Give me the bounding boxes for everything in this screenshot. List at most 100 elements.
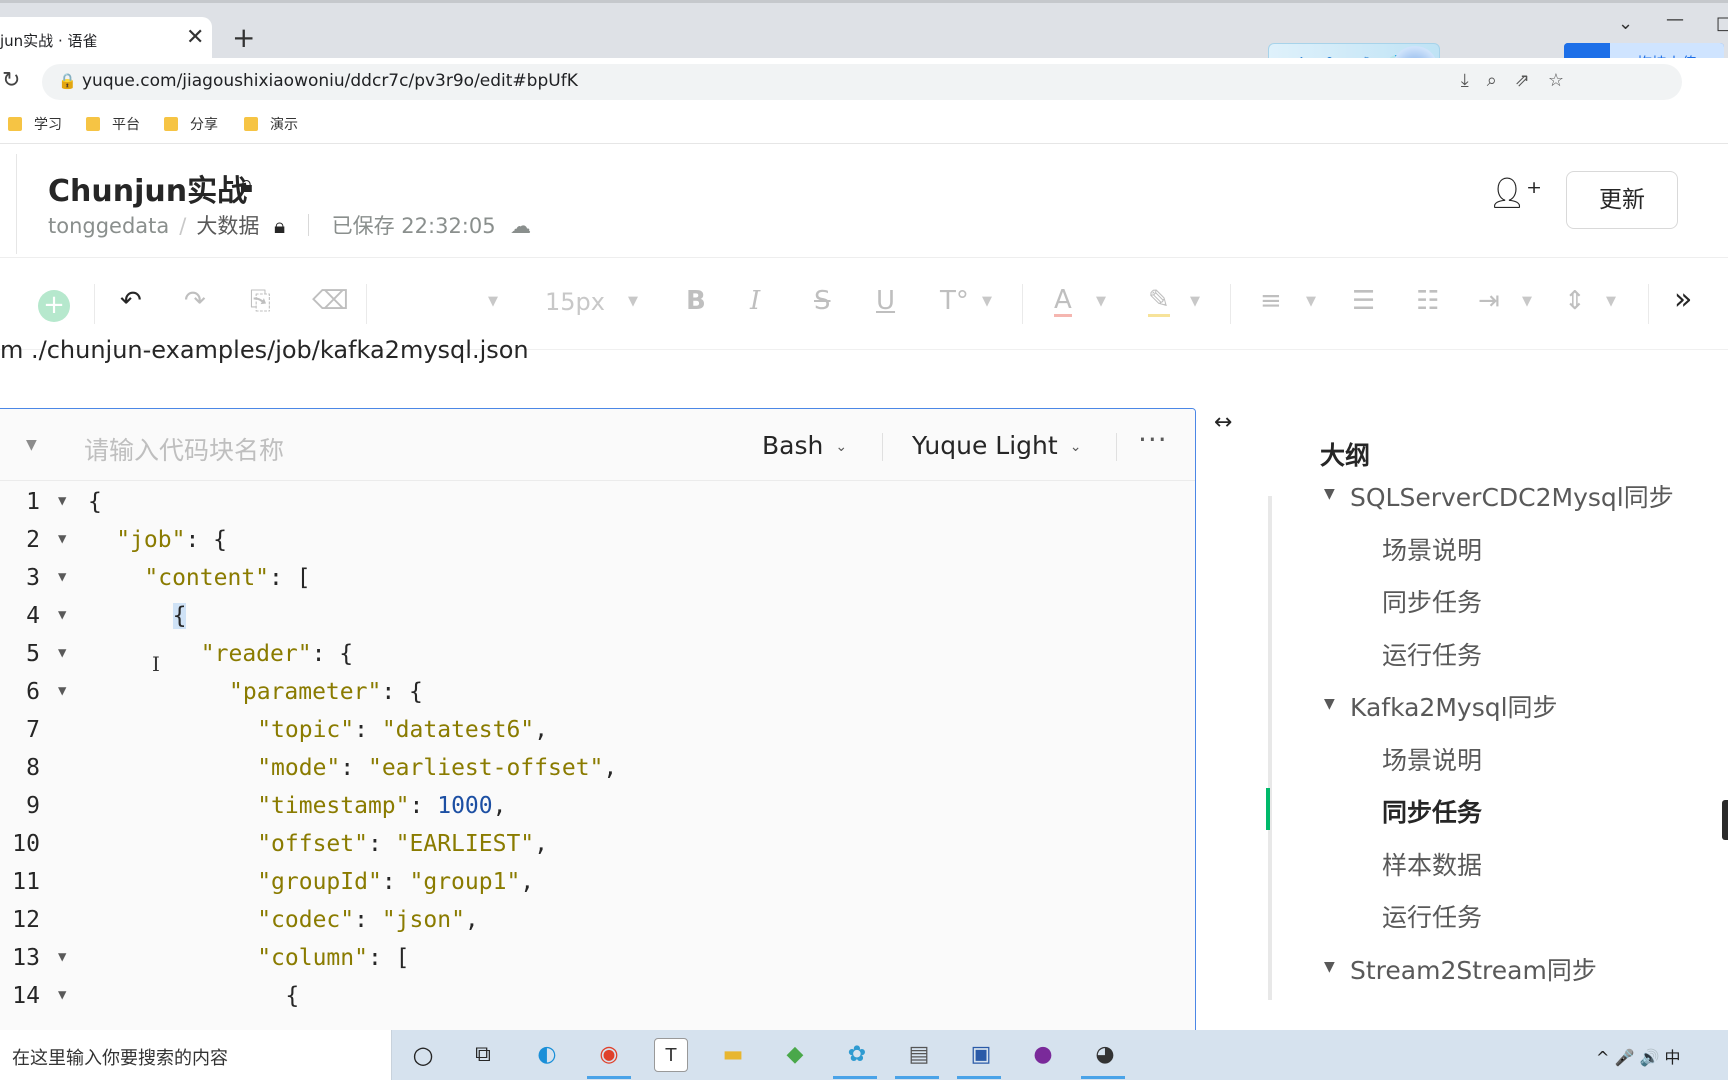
git-icon[interactable]: ◆	[778, 1038, 812, 1072]
code-line[interactable]: 7 "topic": "datatest6",	[0, 717, 1195, 755]
fold-chevron-icon[interactable]: ▼	[58, 493, 66, 509]
file-explorer-icon[interactable]: ▬	[716, 1038, 750, 1072]
indent-chevron-icon[interactable]: ▼	[1522, 294, 1532, 309]
superscript-icon[interactable]: T°	[940, 286, 969, 316]
outline-item[interactable]: 场景说明	[1382, 531, 1482, 567]
breadcrumb-team[interactable]: tonggedata	[48, 214, 169, 238]
fold-chevron-icon[interactable]: ▼	[58, 987, 66, 1003]
outline-item[interactable]: 场景说明	[1382, 741, 1482, 777]
page-title[interactable]: Chunjun实战	[48, 166, 247, 210]
fold-chevron-icon[interactable]: ▼	[58, 607, 66, 623]
bookmark-folder[interactable]: 平台	[86, 114, 140, 134]
font-color-chevron-icon[interactable]: ▼	[1096, 294, 1106, 309]
outline-item[interactable]: SQLServerCDC2Mysql同步	[1350, 478, 1674, 514]
outline-item[interactable]: 样本数据	[1382, 846, 1482, 882]
app-icon[interactable]: ▤	[902, 1038, 936, 1072]
code-block[interactable]: ▼ 请输入代码块名称 Bash ⌄ Yuque Light ⌄ ··· 1 ▼ {2 ▼ "…	[0, 408, 1196, 1080]
code-text[interactable]: "mode": "earliest-offset",	[257, 755, 617, 781]
code-line[interactable]: 2 ▼ "job": {	[0, 527, 1195, 565]
indent-icon[interactable]: ⇥	[1478, 286, 1500, 316]
side-handle[interactable]	[1722, 800, 1728, 840]
code-text[interactable]: "timestamp": 1000,	[257, 793, 506, 819]
fold-chevron-icon[interactable]: ▼	[58, 645, 66, 661]
app-icon[interactable]: ✿	[840, 1038, 874, 1072]
clear-format-icon[interactable]: ⌫	[312, 286, 349, 316]
code-text[interactable]: "column": [	[257, 945, 409, 971]
numbered-list-icon[interactable]: ☷	[1416, 286, 1439, 316]
outline-item[interactable]: Stream2Stream同步	[1350, 951, 1597, 987]
align-icon[interactable]: ≡	[1260, 286, 1282, 316]
paragraph-line[interactable]: m ./chunjun-examples/job/kafka2mysql.jso…	[0, 336, 529, 364]
reload-icon[interactable]: ↻	[2, 68, 20, 93]
bookmark-folder[interactable]: 演示	[244, 114, 298, 134]
tab-close-icon[interactable]: ✕	[186, 25, 204, 50]
underline-icon[interactable]: U	[876, 286, 895, 316]
new-tab-button[interactable]: +	[232, 21, 255, 54]
outline-item[interactable]: 同步任务	[1382, 793, 1482, 829]
line-height-chevron-icon[interactable]: ▼	[1606, 294, 1616, 309]
code-line[interactable]: 8 "mode": "earliest-offset",	[0, 755, 1195, 793]
format-painter-icon[interactable]: ⎘	[250, 286, 271, 317]
line-height-icon[interactable]: ⇕	[1564, 286, 1586, 316]
bold-icon[interactable]: B	[686, 286, 706, 316]
outline-chevron-icon[interactable]: ▼	[1324, 486, 1335, 502]
outline-item[interactable]: 运行任务	[1382, 898, 1482, 934]
italic-icon[interactable]: I	[750, 286, 760, 316]
code-line[interactable]: 6 ▼ "parameter": {	[0, 679, 1195, 717]
language-select[interactable]: Bash ⌄	[762, 431, 847, 460]
outline-chevron-icon[interactable]: ▼	[1324, 959, 1335, 975]
align-chevron-icon[interactable]: ▼	[1306, 294, 1316, 309]
collapse-chevron-icon[interactable]: ▼	[26, 437, 37, 453]
code-text[interactable]: "groupId": "group1",	[257, 869, 534, 895]
font-size-chevron-icon[interactable]: ▼	[628, 294, 638, 309]
code-line[interactable]: 11 "groupId": "group1",	[0, 869, 1195, 907]
remote-desktop-icon[interactable]: ▣	[964, 1038, 998, 1072]
strikethrough-icon[interactable]: S	[814, 286, 831, 316]
code-line[interactable]: 10 "offset": "EARLIEST",	[0, 831, 1195, 869]
code-line[interactable]: 14 ▼ {	[0, 983, 1195, 1021]
code-block-name-input[interactable]: 请输入代码块名称	[84, 431, 284, 467]
taskbar-search-box[interactable]: 在这里输入你要搜索的内容	[0, 1030, 392, 1080]
insert-plus-icon[interactable]: +	[38, 290, 70, 322]
font-color-icon[interactable]: A	[1054, 286, 1072, 317]
omnibox-action-icons[interactable]: ⤓⌕⇗☆	[1461, 70, 1582, 91]
highlight-chevron-icon[interactable]: ▼	[1190, 294, 1200, 309]
code-line[interactable]: 3 ▼ "content": [	[0, 565, 1195, 603]
outline-chevron-icon[interactable]: ▼	[1324, 696, 1335, 712]
code-line[interactable]: 9 "timestamp": 1000,	[0, 793, 1195, 831]
browser-tab[interactable]: jun实战 · 语雀 ✕	[0, 17, 212, 61]
bookmark-folder[interactable]: 学习	[8, 114, 62, 134]
code-text[interactable]: "codec": "json",	[257, 907, 479, 933]
code-line[interactable]: 13 ▼ "column": [	[0, 945, 1195, 983]
code-text[interactable]: "content": [	[144, 565, 310, 591]
add-collaborator-icon[interactable]: 👤︎⁺	[1488, 176, 1542, 211]
omnibox[interactable]: 🔒 yuque.com/jiagoushixiaowoniu/ddcr7c/pv…	[42, 64, 1682, 100]
more-tools-icon[interactable]: »	[1674, 282, 1692, 317]
maximize-icon[interactable]: □	[1716, 13, 1728, 34]
fold-chevron-icon[interactable]: ▼	[58, 569, 66, 585]
code-text[interactable]: {	[88, 489, 102, 515]
url-text[interactable]: yuque.com/jiagoushixiaowoniu/ddcr7c/pv3r…	[82, 71, 578, 91]
site-lock-icon[interactable]: 🔒	[58, 72, 77, 90]
chrome-icon[interactable]: ◉	[592, 1038, 626, 1072]
taskbar-search-input[interactable]: 在这里输入你要搜索的内容	[12, 1044, 228, 1070]
undo-icon[interactable]: ↶	[120, 286, 142, 316]
code-text[interactable]: "reader": {	[201, 641, 353, 667]
code-line[interactable]: 4 ▼ {	[0, 603, 1195, 641]
style-dropdown-chevron-icon[interactable]: ▼	[488, 294, 498, 309]
bookmark-folder[interactable]: 分享	[164, 114, 218, 134]
code-text[interactable]: "offset": "EARLIEST",	[257, 831, 548, 857]
more-options-icon[interactable]: ···	[1138, 423, 1168, 456]
task-view-icon[interactable]: ⧉	[466, 1038, 500, 1072]
bullet-list-icon[interactable]: ☰	[1352, 286, 1375, 316]
typora-icon[interactable]: T	[654, 1038, 688, 1072]
app-icon[interactable]: ◕	[1088, 1038, 1122, 1072]
code-line[interactable]: 1 ▼ {	[0, 489, 1195, 527]
edge-icon[interactable]: ◐	[530, 1038, 564, 1072]
font-size-select[interactable]: 15px	[545, 288, 605, 316]
breadcrumb-book[interactable]: 大数据	[196, 210, 259, 240]
code-line[interactable]: 12 "codec": "json",	[0, 907, 1195, 945]
text-style-chevron-icon[interactable]: ▼	[982, 294, 992, 309]
code-text[interactable]: {	[172, 603, 187, 629]
redo-icon[interactable]: ↷	[184, 286, 206, 316]
